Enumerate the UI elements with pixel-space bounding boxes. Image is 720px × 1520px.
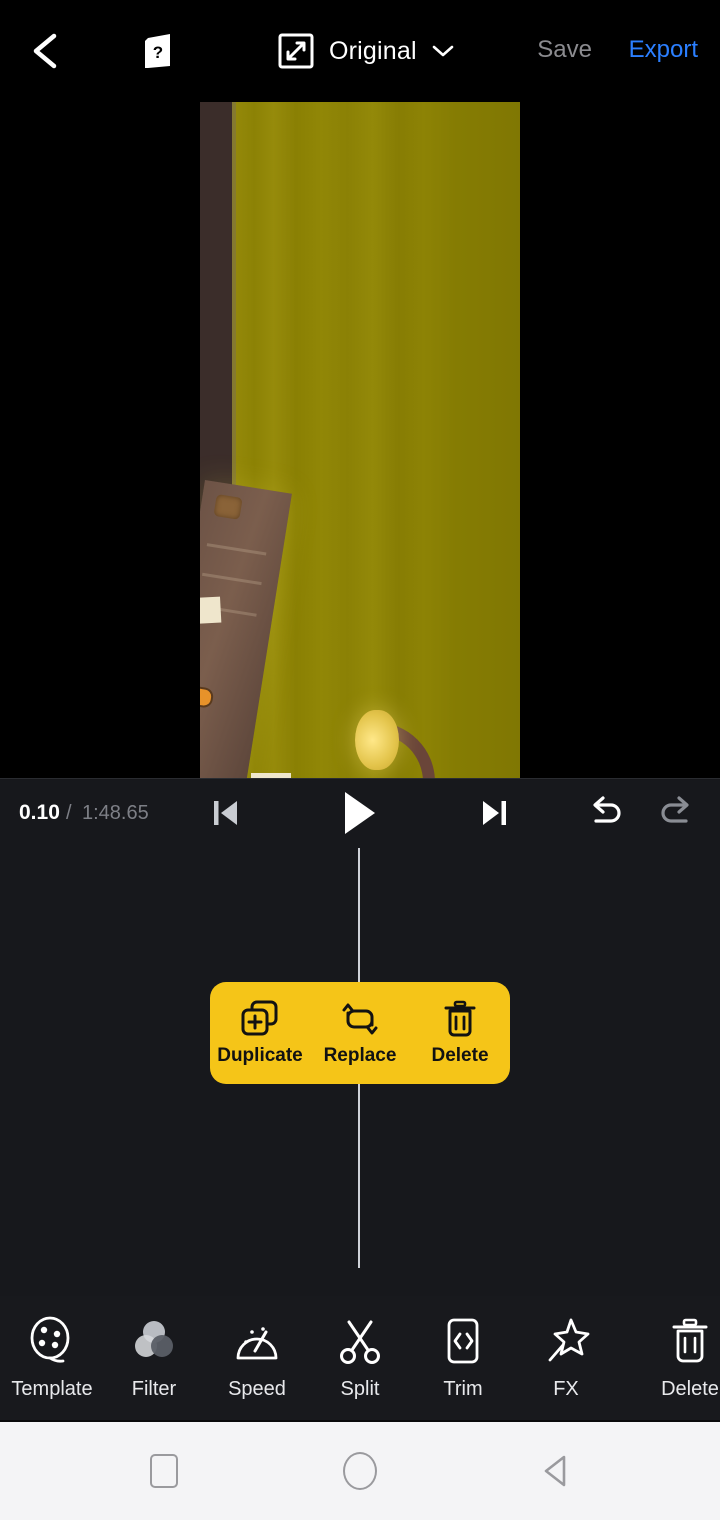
current-time: 0.10 <box>19 801 60 824</box>
svg-text:?: ? <box>153 43 163 62</box>
preview-lamp <box>355 710 399 770</box>
tool-trim-label: Trim <box>443 1378 483 1400</box>
circle-icon <box>343 1452 377 1490</box>
play-button[interactable] <box>330 786 388 840</box>
help-book-icon: ? <box>145 34 170 68</box>
back-button[interactable] <box>22 26 68 76</box>
replace-icon <box>342 1003 378 1035</box>
tool-template[interactable]: Template <box>0 1316 104 1401</box>
filter-icon <box>135 1321 173 1357</box>
duplicate-label: Duplicate <box>217 1045 303 1066</box>
replace-button[interactable]: Replace <box>312 999 408 1067</box>
tool-fx-label: FX <box>553 1378 579 1400</box>
skip-next-button[interactable] <box>470 788 520 838</box>
undo-icon <box>593 796 621 823</box>
delete-label: Delete <box>431 1045 489 1066</box>
fx-icon <box>548 1318 590 1362</box>
plank-paper-tag <box>200 596 222 624</box>
android-nav-bar <box>0 1420 720 1520</box>
split-icon <box>340 1320 380 1364</box>
plank-knot <box>213 494 243 520</box>
redo-button[interactable] <box>652 788 702 838</box>
tool-template-label: Template <box>11 1378 93 1400</box>
nav-top-edge <box>0 1420 720 1422</box>
skip-previous-button[interactable] <box>200 788 250 838</box>
tool-speed-label: Speed <box>228 1378 286 1400</box>
skip-next-icon <box>483 801 506 825</box>
total-duration: 1:48.65 <box>82 802 149 824</box>
top-bar: ? Original Save Export <box>0 0 720 102</box>
tool-delete-label: Delete <box>661 1378 719 1400</box>
tool-fx[interactable]: FX <box>514 1316 618 1401</box>
help-button[interactable]: ? <box>134 26 182 76</box>
replace-label: Replace <box>323 1045 397 1066</box>
chevron-left-icon <box>33 33 57 69</box>
plank-line <box>206 543 267 556</box>
trim-icon <box>447 1318 479 1364</box>
preview-frame <box>200 102 520 778</box>
delete-button[interactable]: Delete <box>412 999 508 1067</box>
video-preview[interactable] <box>0 102 720 778</box>
delete-icon <box>672 1318 708 1363</box>
skip-previous-icon <box>214 801 237 825</box>
tool-split[interactable]: Split <box>308 1316 412 1401</box>
tool-filter[interactable]: Filter <box>102 1316 206 1401</box>
tool-trim[interactable]: Trim <box>411 1316 515 1401</box>
triangle-back-icon <box>544 1455 566 1487</box>
duplicate-icon <box>241 1000 278 1036</box>
undo-button[interactable] <box>580 788 630 838</box>
time-separator: / <box>66 802 72 824</box>
duplicate-button[interactable]: Duplicate <box>212 999 308 1067</box>
resize-expand-icon <box>278 33 314 69</box>
chevron-down-icon <box>432 45 454 57</box>
back-nav-button[interactable] <box>526 1448 586 1494</box>
plank-orange-item <box>200 681 215 709</box>
tool-speed[interactable]: Speed <box>205 1316 309 1401</box>
aspect-ratio-label: Original <box>329 36 417 65</box>
delete-icon <box>444 1000 476 1037</box>
tool-filter-label: Filter <box>131 1378 177 1400</box>
plank-line <box>201 572 262 586</box>
speed-icon <box>236 1327 278 1360</box>
aspect-ratio-button[interactable]: Original <box>277 26 455 76</box>
editing-toolbar: Template Filter Speed Split Trim FX Dele… <box>0 1296 720 1420</box>
save-button[interactable]: Save <box>537 36 592 64</box>
recents-button[interactable] <box>134 1448 194 1494</box>
play-icon <box>345 792 375 834</box>
export-button[interactable]: Export <box>629 36 698 64</box>
video-editor-screen: ? Original Save Export 0.10 / 1:48.65 Du… <box>0 0 720 1520</box>
home-button[interactable] <box>330 1448 390 1494</box>
tool-split-label: Split <box>340 1378 380 1400</box>
square-icon <box>150 1454 178 1488</box>
template-icon <box>30 1316 70 1363</box>
clip-context-menu: Duplicate Replace Delete <box>210 982 510 1084</box>
tool-delete[interactable]: Delete <box>638 1316 720 1401</box>
redo-icon <box>661 796 689 823</box>
